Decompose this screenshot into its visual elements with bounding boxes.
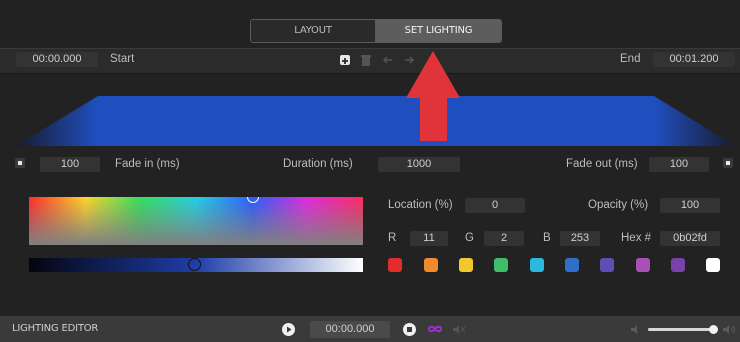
footer-title: LIGHTING EDITOR	[12, 323, 99, 334]
swatch-orange[interactable]	[424, 258, 438, 272]
right-keyframe-handle[interactable]	[723, 158, 733, 168]
duration-field[interactable]: 1000	[378, 157, 460, 172]
delete-icon[interactable]	[361, 54, 371, 66]
pointer-arrow	[406, 51, 460, 141]
fade-in-field[interactable]: 100	[40, 157, 100, 172]
swatch-white[interactable]	[706, 258, 720, 272]
swatch-yellow[interactable]	[459, 258, 473, 272]
location-field[interactable]: 0	[465, 198, 525, 213]
r-field[interactable]: 11	[410, 231, 448, 246]
b-field[interactable]: 253	[560, 231, 600, 246]
fade-in-label: Fade in (ms)	[115, 158, 180, 170]
volume-high-icon	[722, 324, 736, 335]
mode-tabs: LAYOUT SET LIGHTING	[250, 19, 502, 43]
r-label: R	[388, 232, 397, 244]
swatch-purple[interactable]	[671, 258, 685, 272]
mute-icon[interactable]	[452, 324, 466, 335]
swatch-green[interactable]	[494, 258, 508, 272]
playback-time-field[interactable]: 00:00.000	[310, 321, 390, 338]
volume-slider-thumb[interactable]	[709, 325, 718, 334]
opacity-field[interactable]: 100	[660, 198, 720, 213]
lighting-envelope[interactable]	[0, 90, 740, 150]
left-keyframe-handle[interactable]	[15, 158, 25, 168]
fade-out-label: Fade out (ms)	[566, 158, 638, 170]
opacity-label: Opacity (%)	[588, 199, 649, 211]
tab-layout[interactable]: LAYOUT	[251, 20, 376, 42]
add-keyframe-icon[interactable]	[340, 55, 350, 65]
swatch-magenta[interactable]	[636, 258, 650, 272]
play-icon[interactable]	[282, 323, 295, 336]
swatch-cyan[interactable]	[530, 258, 544, 272]
duration-label: Duration (ms)	[283, 158, 353, 170]
g-field[interactable]: 2	[484, 231, 524, 246]
swatch-indigo[interactable]	[600, 258, 614, 272]
hex-label: Hex #	[621, 232, 652, 244]
hex-field[interactable]: 0b02fd	[660, 231, 720, 246]
loop-icon[interactable]	[427, 323, 443, 335]
start-time-field[interactable]: 00:00.000	[16, 52, 98, 67]
arrow-left-icon[interactable]	[382, 54, 394, 66]
lightness-slider[interactable]	[29, 258, 363, 272]
start-label: Start	[110, 53, 135, 65]
end-label: End	[620, 53, 641, 65]
stop-icon[interactable]	[403, 323, 416, 336]
fade-out-field[interactable]: 100	[649, 157, 709, 172]
hue-saturation-picker[interactable]	[29, 197, 363, 245]
b-label: B	[543, 232, 551, 244]
volume-slider[interactable]	[648, 325, 718, 334]
tab-set-lighting[interactable]: SET LIGHTING	[376, 20, 501, 42]
swatch-blue[interactable]	[565, 258, 579, 272]
lightness-slider-thumb[interactable]	[188, 258, 201, 271]
location-label: Location (%)	[388, 199, 453, 211]
volume-low-icon	[630, 324, 640, 335]
g-label: G	[465, 232, 474, 244]
end-time-field[interactable]: 00:01.200	[653, 52, 735, 67]
swatch-red[interactable]	[388, 258, 402, 272]
